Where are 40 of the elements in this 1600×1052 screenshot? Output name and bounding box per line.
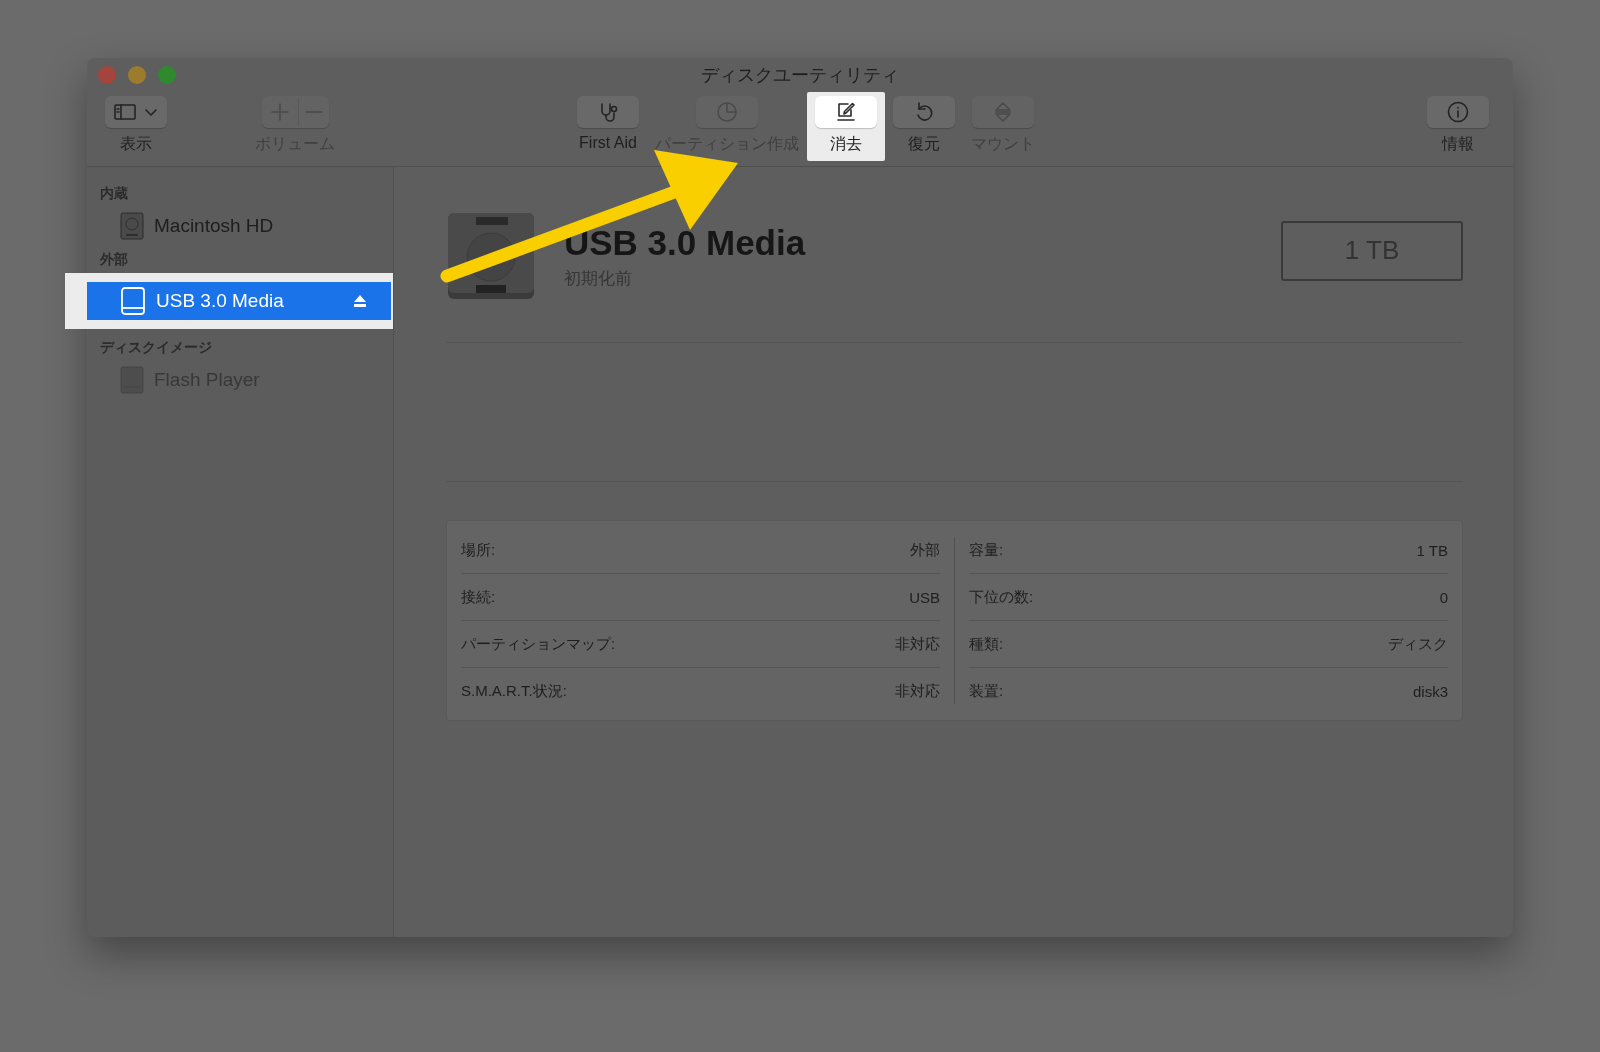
info-value: 1 TB [1416, 541, 1448, 559]
info-label: 容量: [969, 540, 1004, 560]
zoom-button[interactable] [158, 66, 176, 84]
info-label: パーティションマップ: [461, 634, 616, 654]
info-label: 場所: [461, 540, 496, 560]
info-label: 下位の数: [969, 587, 1034, 607]
sidebar-item[interactable]: USB 3.0 Media [87, 282, 391, 320]
toolbar-label: 復元 [908, 134, 940, 154]
info-value: disk3 [1412, 682, 1448, 700]
info-value: ディスク [1388, 634, 1448, 654]
disk-name: USB 3.0 Media [156, 290, 285, 312]
info-toolbar-button[interactable] [1427, 96, 1489, 128]
firstaid-toolbar-button[interactable] [577, 96, 639, 128]
hard-drive-icon [120, 212, 144, 240]
disk-name: Macintosh HD [154, 215, 275, 237]
eject-icon[interactable] [353, 294, 367, 308]
pencil-icon [834, 100, 858, 124]
info-value: 非対応 [895, 634, 940, 654]
minimize-button[interactable] [128, 66, 146, 84]
info-label: 種類: [969, 634, 1004, 654]
sidebar-item[interactable]: Macintosh HD [87, 207, 393, 245]
info-label: 装置: [969, 681, 1004, 701]
erase-toolbar-button[interactable] [815, 96, 877, 128]
info-icon [1446, 100, 1470, 124]
toolbar-label: First Aid [579, 134, 637, 152]
info-value: 外部 [910, 540, 940, 560]
info-label: 接続: [461, 587, 496, 607]
disk-title: USB 3.0 Media [564, 223, 807, 263]
pie-icon [715, 100, 739, 124]
info-value: 0 [1439, 588, 1448, 606]
window-title: ディスクユーティリティ [701, 64, 899, 87]
info-value: USB [909, 588, 940, 606]
view-toolbar-button[interactable] [105, 96, 167, 128]
info-value: 非対応 [895, 681, 940, 701]
info-label: S.M.A.R.T.状況: [461, 681, 567, 701]
restore-toolbar-button[interactable] [893, 96, 955, 128]
toolbar-label: 消去 [830, 134, 862, 154]
toolbar-label: 表示 [120, 134, 152, 154]
external-drive-icon [120, 287, 146, 315]
toolbar-label: 情報 [1442, 134, 1474, 154]
